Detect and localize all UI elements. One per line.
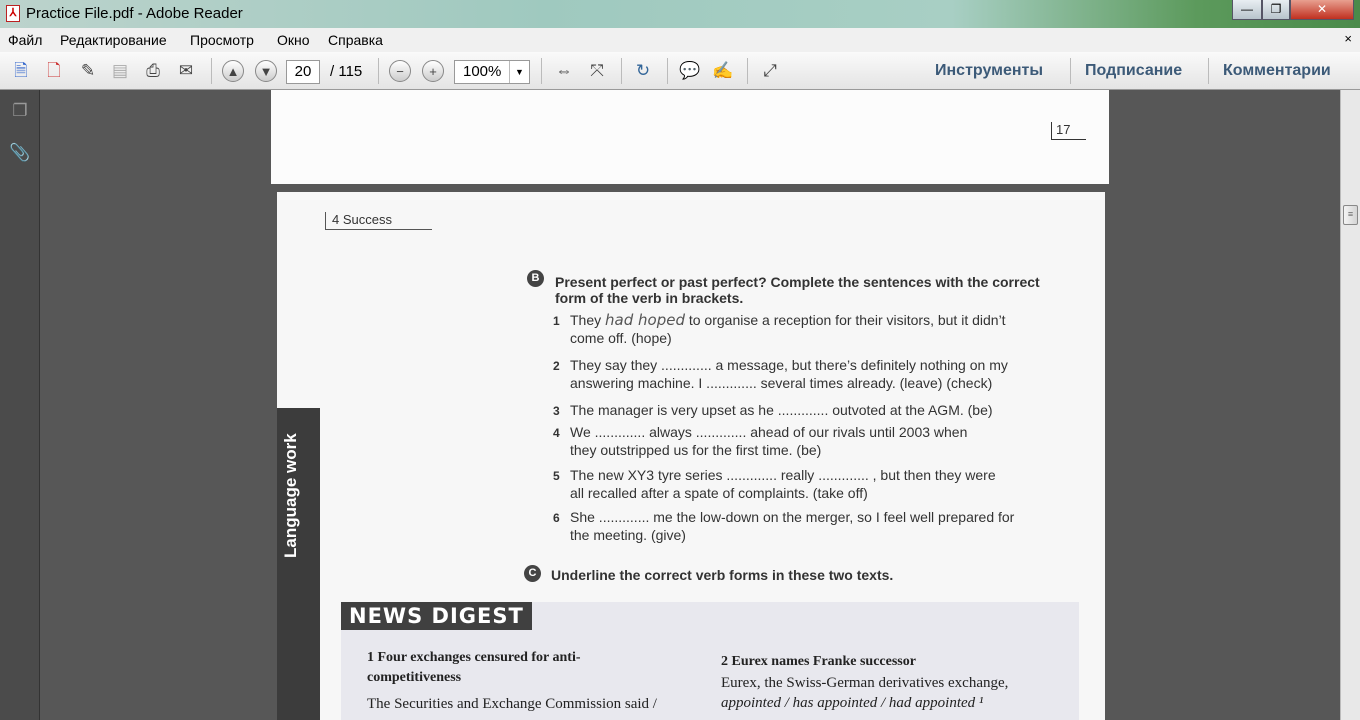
vertical-scrollbar[interactable]: ≡	[1340, 90, 1360, 720]
section-b-heading: Present perfect or past perfect? Complet…	[555, 274, 1040, 306]
section-c-heading: Underline the correct verb forms in thes…	[551, 567, 894, 583]
unit-header: 4 Success	[325, 212, 432, 230]
chevron-down-icon[interactable]: ▼	[509, 61, 529, 83]
story-2-options: appointed / has appointed / had appointe…	[721, 695, 984, 711]
story-1-body: The Securities and Exchange Commission s…	[367, 696, 657, 712]
zoom-out-icon[interactable]: −	[389, 60, 411, 82]
highlight-icon[interactable]: ✍	[712, 60, 734, 82]
menu-help[interactable]: Справка	[328, 32, 383, 48]
menu-view[interactable]: Просмотр	[190, 32, 254, 48]
scrollbar-thumb[interactable]: ≡	[1343, 205, 1358, 225]
handwritten-answer: had hoped	[605, 311, 685, 329]
zoom-select[interactable]: 100% ▼	[454, 60, 530, 84]
story-1-title: 1 Four exchanges censured for anti-compe…	[367, 650, 581, 685]
menu-window[interactable]: Окно	[277, 32, 310, 48]
window-title: Practice File.pdf - Adobe Reader	[26, 5, 243, 22]
exercise-item: 5 The new XY3 tyre series ............. r…	[553, 467, 996, 501]
pdf-app-icon: ⅄	[6, 5, 20, 22]
page-number-label: 17	[1051, 122, 1087, 140]
pdf-page-previous: 17	[271, 90, 1109, 184]
create-pdf-icon[interactable]: 🗎	[10, 60, 32, 82]
minimize-button[interactable]: —	[1232, 0, 1262, 20]
exercise-item: 1 They had hoped to organise a reception …	[553, 311, 1006, 347]
navigation-pane: ❐ 📎	[0, 90, 40, 720]
menu-edit[interactable]: Редактирование	[60, 32, 167, 48]
side-tab-label: Language work	[281, 433, 300, 558]
news-digest-banner: NEWS DIGEST	[341, 602, 532, 630]
exercise-item: 2 They say they ............. a message, …	[553, 357, 1008, 391]
edit-document-icon[interactable]: ✎	[77, 60, 99, 82]
page-thumbnails-icon[interactable]: ❐	[9, 100, 31, 122]
story-2-body: Eurex, the Swiss-German derivatives exch…	[721, 675, 1009, 691]
menu-file[interactable]: Файл	[8, 32, 42, 48]
attachments-icon[interactable]: 📎	[9, 142, 31, 164]
story-2-title: 2 Eurex names Franke successor	[721, 654, 916, 669]
zoom-in-icon[interactable]: +	[422, 60, 444, 82]
news-digest-box: NEWS DIGEST 1 Four exchanges censured fo…	[341, 602, 1079, 720]
page-number-input[interactable]: 20	[286, 60, 320, 84]
side-tab: Language work	[277, 408, 320, 720]
page-total: / 115	[330, 63, 363, 80]
previous-page-icon[interactable]: ▲	[222, 60, 244, 82]
save-icon[interactable]: ▤	[109, 60, 131, 82]
email-icon[interactable]: ✉	[175, 60, 197, 82]
next-page-icon[interactable]: ▼	[255, 60, 277, 82]
fit-width-icon[interactable]: ⇔	[553, 60, 575, 82]
comment-icon[interactable]: 💬	[679, 60, 701, 82]
pdf-page-current: 4 Success Language work B Present perfec…	[277, 192, 1105, 720]
fullscreen-icon[interactable]: ⤢	[759, 60, 781, 82]
combine-files-icon[interactable]: 🗋	[43, 60, 65, 82]
zoom-value: 100%	[463, 63, 502, 80]
exercise-item: 6 She ............. me the low-down on th…	[553, 509, 1015, 543]
print-icon[interactable]: ⎙	[142, 60, 164, 82]
menu-bar: Файл Редактирование Просмотр Окно Справк…	[0, 28, 1360, 52]
section-b-badge: B	[527, 270, 544, 287]
close-button[interactable]: ✕	[1290, 0, 1354, 20]
maximize-button[interactable]: ❐	[1262, 0, 1290, 20]
section-c-badge: C	[524, 565, 541, 582]
close-document-button[interactable]: ×	[1344, 31, 1352, 46]
exercise-item: 3 The manager is very upset as he .......…	[553, 402, 993, 418]
rotate-icon[interactable]: ↻	[632, 60, 654, 82]
exercise-item: 4 We ............. always ............. a…	[553, 424, 968, 458]
title-bar: ⅄ Practice File.pdf - Adobe Reader — ❐ ✕	[0, 0, 1360, 28]
fit-page-icon[interactable]: ⤧	[586, 60, 608, 82]
tools-link[interactable]: Инструменты	[935, 62, 1043, 80]
comments-link[interactable]: Комментарии	[1223, 62, 1331, 80]
sign-link[interactable]: Подписание	[1085, 62, 1182, 80]
